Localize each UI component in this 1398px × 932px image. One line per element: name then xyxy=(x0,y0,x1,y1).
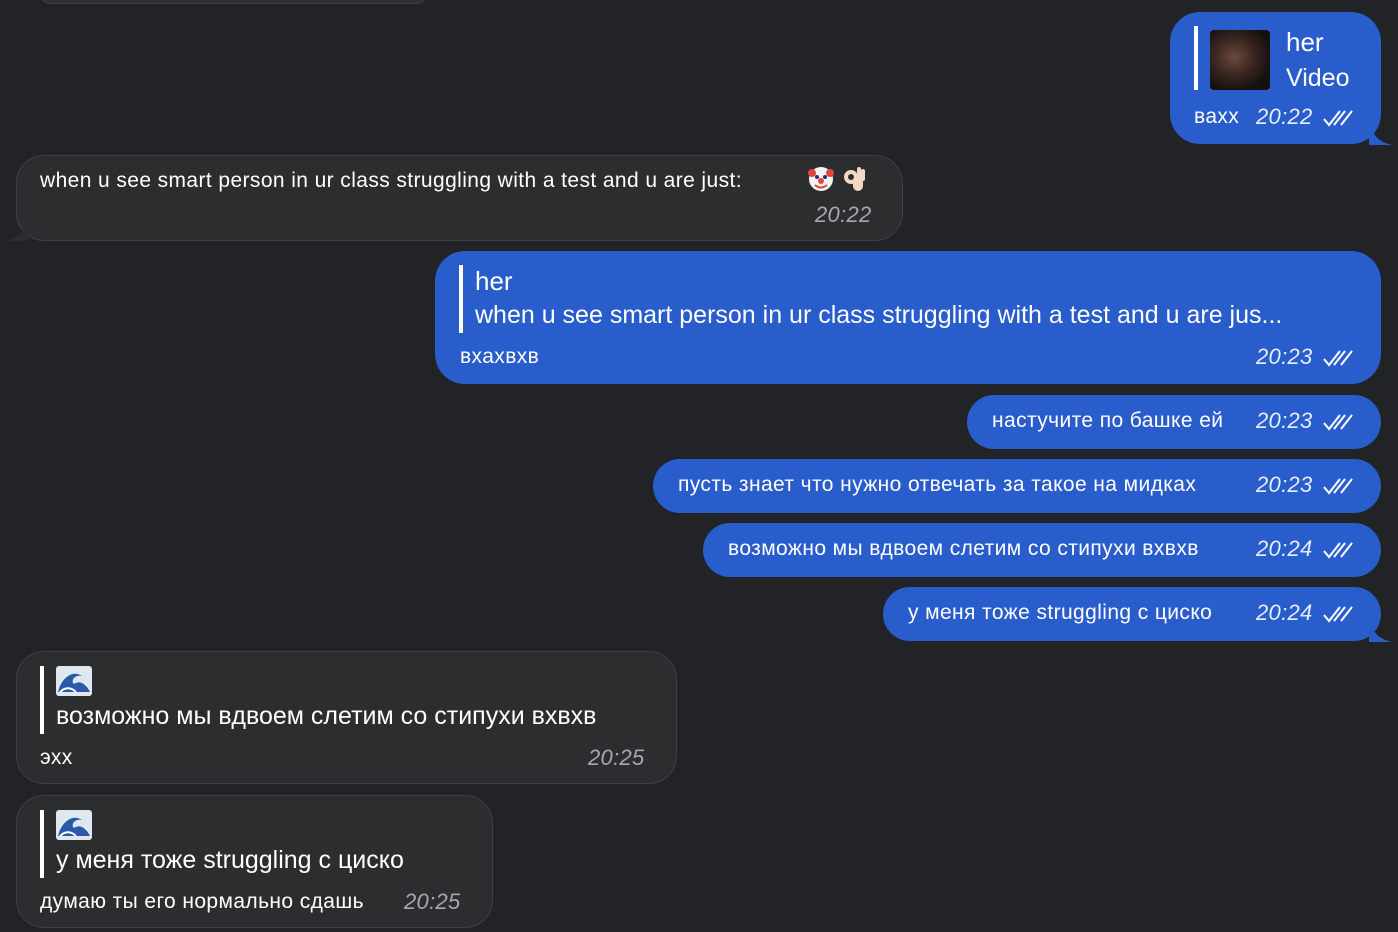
message-text: вхахвхв xyxy=(460,345,540,368)
water-wave-icon xyxy=(56,810,470,842)
message-text: вахх xyxy=(1194,105,1240,128)
read-checkmarks-icon xyxy=(1323,542,1353,559)
bubble-tail xyxy=(4,219,28,241)
reply-message-preview: when u see smart person in ur class stru… xyxy=(475,301,1283,329)
reply-quote[interactable]: у меня тоже struggling с циско xyxy=(40,810,470,878)
reply-sender-name: her xyxy=(475,266,513,296)
message-text: возможно мы вдвоем слетим со стипухи вхв… xyxy=(728,537,1199,560)
reply-message-preview: возможно мы вдвоем слетим со стипухи вхв… xyxy=(56,702,597,730)
message-bubble-outgoing[interactable]: пусть знает что нужно отвечать за такое … xyxy=(653,459,1381,513)
read-checkmarks-icon xyxy=(1323,414,1353,431)
clown-face-icon xyxy=(807,165,835,198)
message-time: 20:25 xyxy=(588,745,645,770)
bubble-tail xyxy=(1369,123,1393,145)
water-wave-icon xyxy=(56,666,660,698)
reply-media-label: Video xyxy=(1286,64,1350,92)
message-text: у меня тоже struggling с циско xyxy=(908,601,1213,624)
message-bubble-outgoing[interactable]: возможно мы вдвоем слетим со стипухи вхв… xyxy=(703,523,1381,577)
message-time: 20:25 xyxy=(404,889,461,914)
previous-message-edge xyxy=(40,0,427,4)
reply-sender-name: her xyxy=(1286,27,1324,57)
message-time: 20:23 xyxy=(1256,344,1313,369)
message-text: думаю ты его нормально сдашь xyxy=(40,890,364,913)
ok-hand-icon xyxy=(841,165,867,198)
read-checkmarks-icon xyxy=(1323,110,1353,127)
reply-message-preview: у меня тоже struggling с циско xyxy=(56,846,404,874)
message-bubble-incoming[interactable]: возможно мы вдвоем слетим со стипухи вхв… xyxy=(16,651,677,784)
message-bubble-incoming[interactable]: у меня тоже struggling с циско думаю ты … xyxy=(16,795,493,928)
message-time: 20:24 xyxy=(1256,536,1313,561)
message-bubble-incoming[interactable]: when u see smart person in ur class stru… xyxy=(4,155,903,241)
bubble-tail xyxy=(1369,620,1393,642)
read-checkmarks-icon xyxy=(1323,478,1353,495)
reply-quote[interactable]: her when u see smart person in ur class … xyxy=(459,265,1359,333)
message-time: 20:22 xyxy=(1256,104,1313,129)
message-time: 20:23 xyxy=(1256,408,1313,433)
message-time: 20:23 xyxy=(1256,472,1313,497)
reply-quote[interactable]: возможно мы вдвоем слетим со стипухи вхв… xyxy=(40,666,660,734)
message-bubble-outgoing[interactable]: her Video вахх 20:22 xyxy=(1170,12,1393,145)
message-text: настучите по башке ей xyxy=(992,409,1224,432)
read-checkmarks-icon xyxy=(1323,606,1353,623)
message-time: 20:22 xyxy=(815,202,872,227)
message-bubble-outgoing[interactable]: у меня тоже struggling с циско 20:24 xyxy=(883,587,1393,642)
message-time: 20:24 xyxy=(1256,600,1313,625)
message-text: when u see smart person in ur class stru… xyxy=(40,169,742,192)
video-thumbnail[interactable] xyxy=(1210,30,1270,90)
message-text: эхх xyxy=(40,746,73,769)
message-text: пусть знает что нужно отвечать за такое … xyxy=(678,473,1197,496)
read-checkmarks-icon xyxy=(1323,350,1353,367)
message-bubble-outgoing[interactable]: настучите по башке ей 20:23 xyxy=(967,395,1381,449)
message-bubble-outgoing[interactable]: her when u see smart person in ur class … xyxy=(435,251,1381,384)
reply-quote[interactable]: her Video xyxy=(1194,26,1364,92)
